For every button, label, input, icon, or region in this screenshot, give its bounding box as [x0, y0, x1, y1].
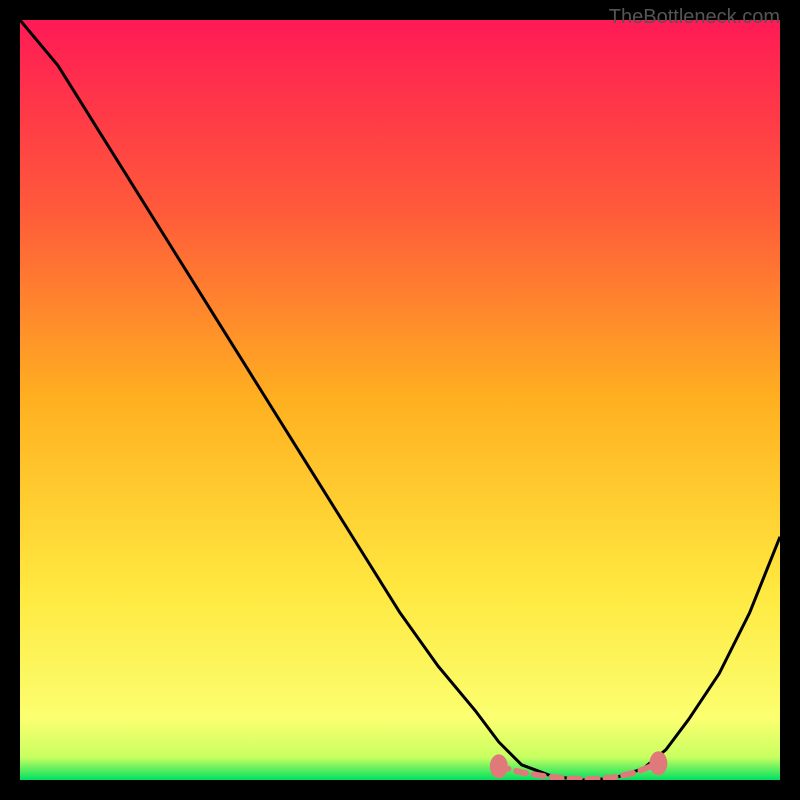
watermark-text: TheBottleneck.com: [609, 6, 780, 29]
chart-container: TheBottleneck.com: [0, 0, 800, 800]
chart-svg: [20, 20, 780, 780]
gradient-background: [20, 20, 780, 780]
optimal-range-endpoint: [490, 754, 508, 778]
optimal-range-endpoint: [649, 751, 667, 775]
plot-area: [20, 20, 780, 780]
